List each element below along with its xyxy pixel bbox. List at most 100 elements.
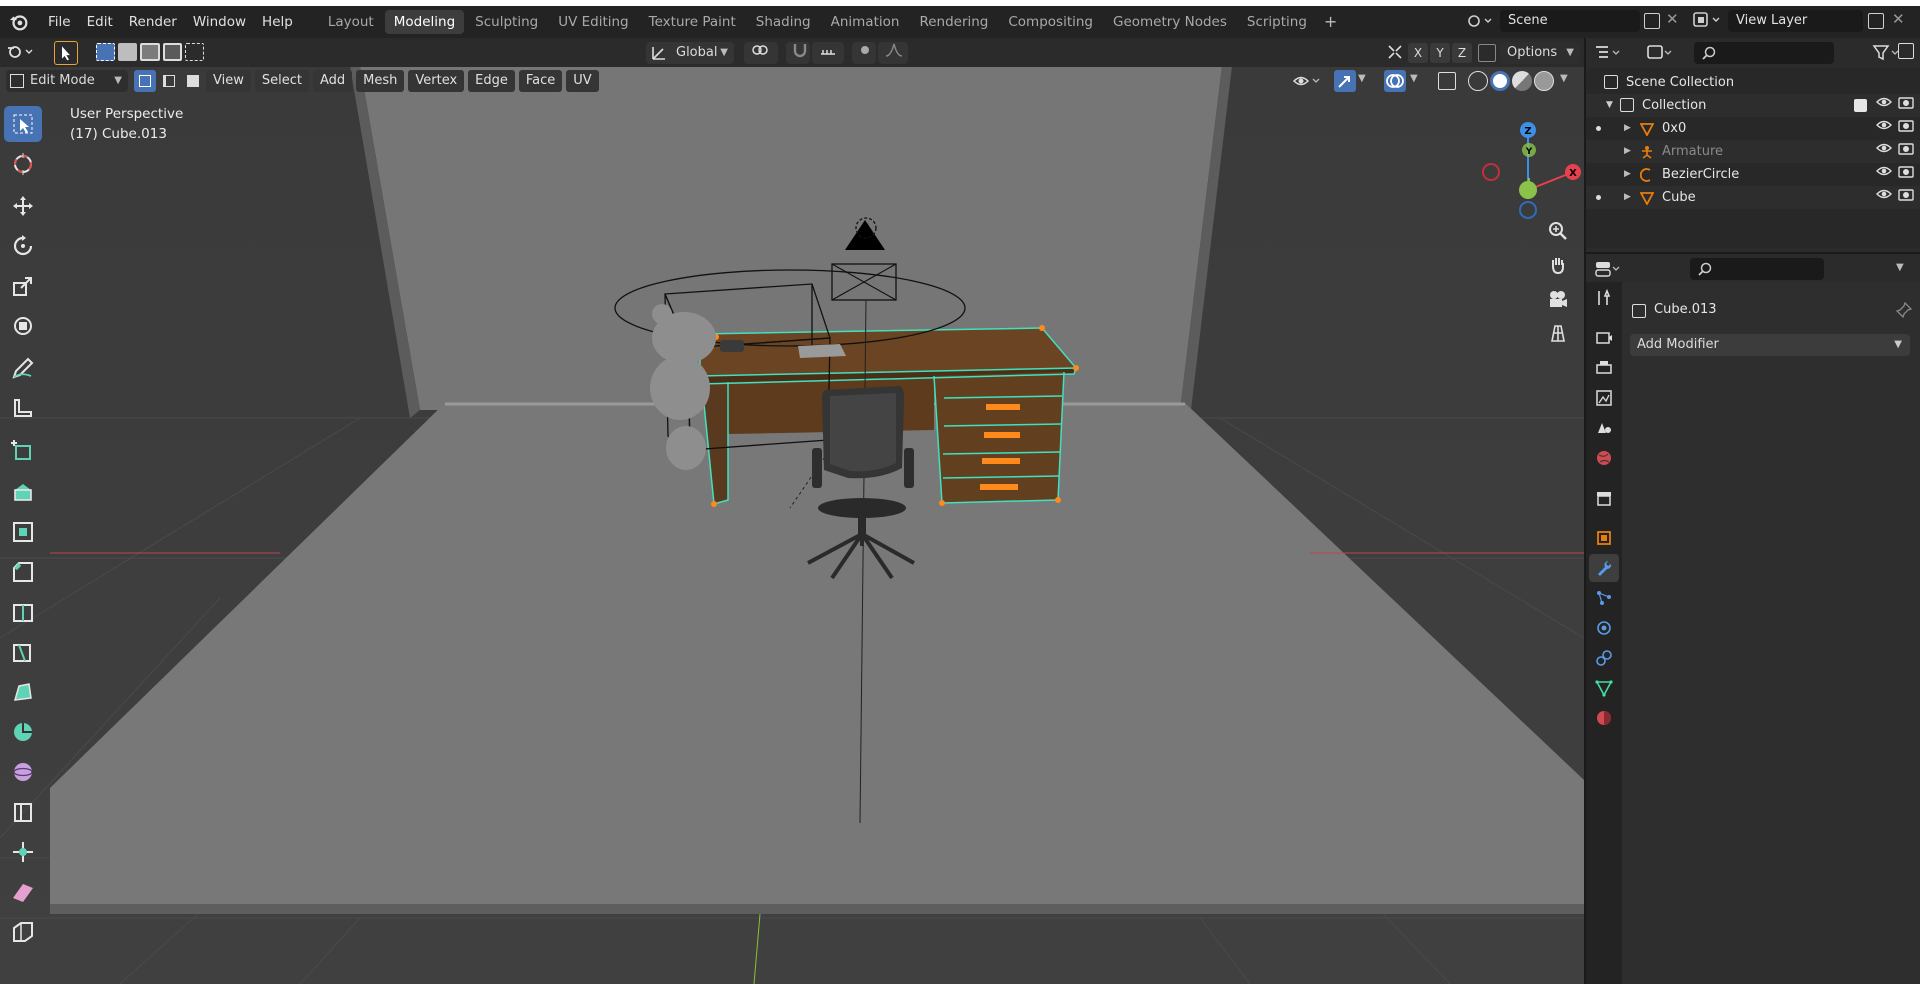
viewport-scene[interactable] <box>0 38 1584 984</box>
pivot-point-dropdown[interactable] <box>744 42 778 64</box>
menu-help[interactable]: Help <box>254 11 301 33</box>
scene-collection-row[interactable]: Scene Collection <box>1586 71 1920 94</box>
face-select-icon[interactable] <box>182 70 204 92</box>
select-box-tool[interactable] <box>4 106 42 142</box>
shading-dropdown[interactable]: ▼ <box>1560 73 1568 84</box>
mirror-settings-icon[interactable] <box>1386 43 1404 65</box>
active-tool-icon[interactable] <box>54 41 78 65</box>
expand-arrow-icon[interactable]: ▶ <box>1624 140 1631 163</box>
ortho-toggle-button[interactable] <box>1543 318 1573 348</box>
workspace-tab-texture-paint[interactable]: Texture Paint <box>640 10 745 34</box>
3d-viewport[interactable]: User Perspective (17) Cube.013 Z Y X <box>0 38 1584 984</box>
navigation-gizmo[interactable]: Z Y X <box>1473 110 1583 220</box>
rotate-tool[interactable] <box>4 228 42 264</box>
add-cube-tool[interactable] <box>4 432 42 468</box>
workspace-tab-scripting[interactable]: Scripting <box>1238 10 1316 34</box>
snap-toggle[interactable] <box>786 42 810 64</box>
properties-options-dropdown[interactable]: ▼ <box>1896 262 1904 273</box>
material-tab[interactable] <box>1589 704 1619 732</box>
world-tab[interactable] <box>1589 444 1619 472</box>
workspace-tab-modeling[interactable]: Modeling <box>384 10 465 34</box>
select-new-icon[interactable] <box>96 43 116 61</box>
edge-select-icon[interactable] <box>158 70 180 92</box>
inset-faces-tool[interactable] <box>4 514 42 550</box>
viewport-menu-vertex[interactable]: Vertex <box>408 70 465 92</box>
outliner-item-beziercircle[interactable]: ▶ BezierCircle <box>1586 163 1920 186</box>
view-layer-selector-icon[interactable] <box>1692 10 1726 32</box>
expand-arrow-icon[interactable]: ▼ <box>1606 94 1613 117</box>
scene-selector-icon[interactable] <box>1466 10 1496 32</box>
visibility-eye-icon[interactable] <box>1876 140 1892 163</box>
camera-view-button[interactable] <box>1543 284 1573 314</box>
mirror-axis-x-button[interactable]: X <box>1408 43 1428 63</box>
edge-slide-tool[interactable] <box>4 794 42 830</box>
shading-mode-group[interactable] <box>1468 71 1554 91</box>
expand-arrow-icon[interactable]: ▶ <box>1624 186 1631 209</box>
overlays-dropdown[interactable]: ▼ <box>1410 73 1418 84</box>
shear-tool[interactable] <box>4 874 42 910</box>
render-camera-icon[interactable] <box>1898 94 1914 117</box>
measure-tool[interactable] <box>4 390 42 426</box>
menu-file[interactable]: File <box>40 11 79 33</box>
annotate-tool[interactable] <box>4 350 42 386</box>
mirror-axis-z-button[interactable]: Z <box>1452 43 1472 63</box>
viewport-menu-face[interactable]: Face <box>518 70 563 92</box>
pan-button[interactable] <box>1543 250 1573 280</box>
collection-row[interactable]: ▼ Collection <box>1586 94 1920 117</box>
object-tab[interactable] <box>1589 524 1619 552</box>
menu-window[interactable]: Window <box>185 11 254 33</box>
blender-logo-icon[interactable] <box>8 11 30 33</box>
visibility-eye-icon[interactable] <box>1876 186 1892 209</box>
poly-build-tool[interactable] <box>4 674 42 710</box>
smooth-tool[interactable] <box>4 754 42 790</box>
workspace-tab-animation[interactable]: Animation <box>822 10 909 34</box>
viewport-menu-mesh[interactable]: Mesh <box>356 70 405 92</box>
extrude-tool[interactable] <box>4 474 42 510</box>
workspace-tab-compositing[interactable]: Compositing <box>999 10 1102 34</box>
solid-shading-icon[interactable] <box>1490 71 1510 91</box>
scale-tool[interactable] <box>4 268 42 304</box>
rendered-shading-icon[interactable] <box>1534 71 1554 91</box>
render-camera-icon[interactable] <box>1898 186 1914 209</box>
select-intersect-icon[interactable] <box>184 43 204 61</box>
outliner-tree[interactable]: Scene Collection ▼ Collection ▶ 0x0 ▶ Armat… <box>1586 68 1920 248</box>
display-mode-icon[interactable] <box>1646 44 1676 66</box>
new-collection-icon[interactable] <box>1898 43 1914 59</box>
select-subtract-icon[interactable] <box>140 43 160 61</box>
material-shading-icon[interactable] <box>1512 71 1532 91</box>
selection-mode-icons[interactable] <box>96 43 204 63</box>
outliner-item-armature[interactable]: ▶ Armature <box>1586 140 1920 163</box>
knife-tool[interactable] <box>4 634 42 670</box>
render-camera-icon[interactable] <box>1898 140 1914 163</box>
workspace-tab-rendering[interactable]: Rendering <box>910 10 997 34</box>
select-mode-group[interactable] <box>134 70 204 92</box>
delete-view-layer-icon[interactable]: ✕ <box>1892 10 1905 28</box>
falloff-dropdown[interactable] <box>878 42 908 64</box>
cup-object[interactable] <box>720 340 744 352</box>
output-tab[interactable] <box>1589 354 1619 382</box>
viewport-menu-select[interactable]: Select <box>254 70 309 92</box>
view-layer-name-field[interactable]: View Layer <box>1728 10 1863 32</box>
viewport-menu-view[interactable]: View <box>206 70 251 92</box>
xray-toggle[interactable] <box>1438 72 1456 90</box>
snap-target-dropdown[interactable] <box>812 42 844 64</box>
outliner-item-cube[interactable]: ▶ Cube <box>1586 186 1920 209</box>
physics-tab[interactable] <box>1589 614 1619 642</box>
bevel-tool[interactable] <box>4 554 42 590</box>
gizmo-toggle[interactable] <box>1334 70 1356 92</box>
expand-arrow-icon[interactable]: ▶ <box>1624 163 1631 186</box>
render-camera-icon[interactable] <box>1898 163 1914 186</box>
loop-cut-tool[interactable] <box>4 594 42 630</box>
vertex-select-icon[interactable] <box>134 70 156 92</box>
scene-tab[interactable] <box>1589 414 1619 442</box>
new-view-layer-icon[interactable] <box>1868 13 1884 29</box>
gizmo-dropdown[interactable]: ▼ <box>1358 73 1366 84</box>
pin-icon[interactable] <box>1895 301 1913 322</box>
editor-type-icon[interactable] <box>6 42 34 64</box>
viewport-menu-add[interactable]: Add <box>312 70 353 92</box>
exclude-checkbox[interactable] <box>1854 99 1867 112</box>
transform-tool[interactable] <box>4 308 42 344</box>
delete-scene-icon[interactable]: ✕ <box>1666 10 1679 28</box>
view-layer-tab[interactable] <box>1589 384 1619 412</box>
workspace-tab-geometry-nodes[interactable]: Geometry Nodes <box>1104 10 1236 34</box>
